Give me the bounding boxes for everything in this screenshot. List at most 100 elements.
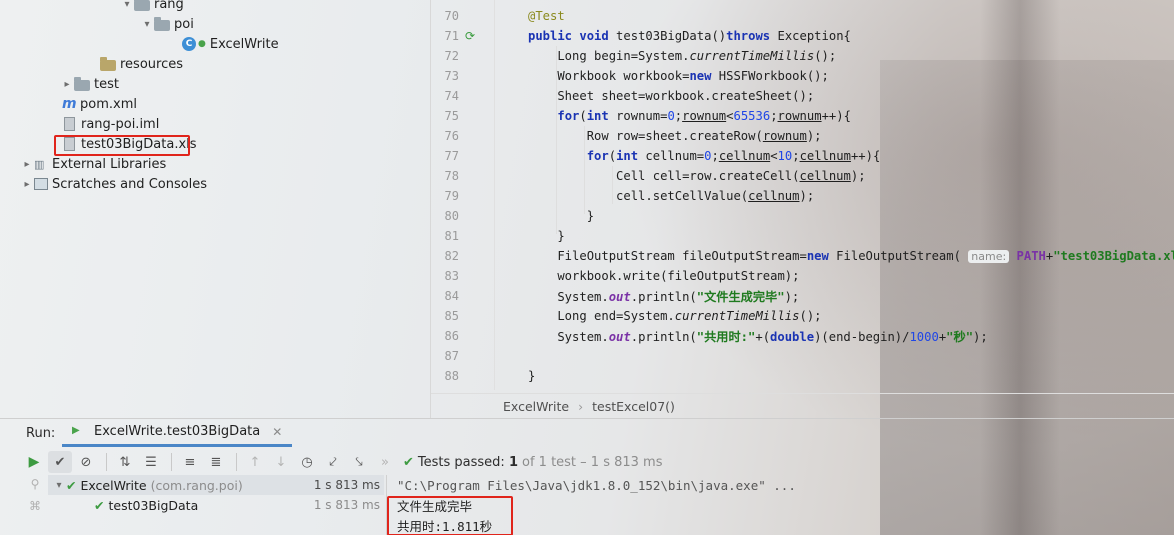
code-text: Long begin=System.currentTimeMillis(); — [528, 49, 837, 63]
parameter-hint: name: — [968, 250, 1010, 263]
code-line: 75 for(int rownum=0;rownum<65536;rownum+… — [444, 109, 851, 123]
close-icon[interactable]: ✕ — [272, 425, 282, 439]
expand-all-icon[interactable]: ≡ — [178, 451, 202, 473]
tree-item-rang[interactable]: ▾ rang — [120, 0, 184, 14]
show-passed-icon[interactable]: ✔ — [48, 451, 72, 473]
check-icon: ✔ — [403, 454, 414, 470]
code-line: 78 Cell cell=row.createCell(cellnum); — [444, 169, 866, 183]
code-text: workbook.write(fileOutputStream); — [528, 269, 800, 283]
history-icon[interactable]: ◷ — [295, 451, 319, 473]
run-side-toolbar: ⚲ ⌘ — [24, 477, 46, 521]
run-header: Run: ▶ ExcelWrite.test03BigData ✕ — [0, 419, 1174, 447]
code-line: 83 workbook.write(fileOutputStream); — [444, 269, 800, 283]
collapse-all-icon[interactable]: ≣ — [204, 451, 228, 473]
chevron-right-icon[interactable]: ▸ — [60, 79, 74, 90]
code-text: public void test03BigData()throws Except… — [528, 29, 851, 43]
tree-item-iml[interactable]: rang-poi.iml — [64, 114, 159, 134]
export-icon[interactable]: ⤦ — [321, 451, 345, 473]
run-panel: Run: ▶ ExcelWrite.test03BigData ✕ ▶ ✔ ⊘ … — [0, 418, 1174, 535]
test-status: ✔ Tests passed: 1 of 1 test – 1 s 813 ms — [403, 454, 663, 470]
rerun-icon[interactable]: ▶ — [22, 451, 46, 473]
folder-icon — [154, 16, 170, 31]
libraries-icon: ▥ — [34, 157, 45, 171]
chevron-right-icon: › — [578, 399, 584, 414]
chevron-down-icon[interactable]: ▾ — [140, 19, 154, 30]
code-text: Row row=sheet.createRow(rownum); — [528, 129, 822, 143]
code-text: Cell cell=row.createCell(cellnum); — [528, 169, 866, 183]
code-line: 82 FileOutputStream fileOutputStream=new… — [431, 246, 1174, 266]
code-text: Sheet sheet=workbook.createSheet(); — [528, 89, 815, 103]
code-line: 76 Row row=sheet.createRow(rownum); — [444, 129, 822, 143]
code-editor[interactable]: 70 @Test 71 ⟳ public void test03BigData(… — [430, 0, 1174, 418]
code-line: 79 cell.setCellValue(cellnum); — [444, 189, 815, 203]
code-text: System.out.println("共用时:"+(double)(end-b… — [528, 330, 988, 344]
code-line: 81 } — [444, 229, 565, 243]
tree-item-external-libraries[interactable]: ▸ ▥ External Libraries — [20, 154, 166, 174]
maven-icon: m — [62, 96, 77, 112]
test-suite-row[interactable]: ▾ ✔ ExcelWrite (com.rang.poi) 1 s 813 ms — [48, 475, 384, 495]
folder-icon — [134, 0, 150, 11]
code-line: 84 System.out.println("文件生成完毕"); — [444, 289, 800, 304]
more-icon[interactable]: » — [373, 451, 397, 473]
sort-duration-icon[interactable]: ☰ — [139, 451, 163, 473]
toolbar-divider — [236, 453, 237, 471]
run-toolbar: ▶ ✔ ⊘ ⇅ ☰ ≡ ≣ ↑ ↓ ◷ ⤦ ⤥ » ✔ Tests passed… — [0, 449, 1174, 475]
module-file-icon — [64, 117, 75, 131]
console-line: "C:\Program Files\Java\jdk1.8.0_152\bin\… — [397, 477, 796, 493]
next-icon[interactable]: ↓ — [269, 451, 293, 473]
console-output[interactable]: "C:\Program Files\Java\jdk1.8.0_152\bin\… — [386, 475, 1174, 535]
camera-icon[interactable]: ⌘ — [24, 499, 46, 521]
code-line: 71 ⟳ public void test03BigData()throws E… — [444, 29, 851, 43]
code-text: for(int rownum=0;rownum<65536;rownum++){ — [557, 109, 851, 123]
chevron-right-icon[interactable]: ▸ — [20, 159, 34, 170]
code-text: @Test — [528, 9, 565, 23]
test-case-row[interactable]: ✔ test03BigData 1 s 813 ms — [48, 495, 384, 515]
toolbar-divider — [171, 453, 172, 471]
tree-item-test[interactable]: ▸ test — [60, 74, 119, 94]
project-tree: ▾ rang ▾ poi C ● ExcelWrite resources ▸ … — [0, 0, 430, 418]
run-label: Run: — [26, 425, 56, 441]
test-run-icon: ▶ — [72, 424, 80, 436]
chevron-down-icon[interactable]: ▾ — [52, 480, 66, 491]
sort-alpha-icon[interactable]: ⇅ — [113, 451, 137, 473]
chevron-down-icon[interactable]: ▾ — [120, 0, 134, 10]
java-class-icon: C — [182, 37, 196, 51]
run-test-icon[interactable]: ⟳ — [465, 29, 479, 43]
import-icon[interactable]: ⤥ — [347, 451, 371, 473]
show-ignored-icon[interactable]: ⊘ — [74, 451, 98, 473]
code-line: 86 System.out.println("共用时:"+(double)(en… — [444, 329, 988, 344]
run-tab[interactable]: ▶ ExcelWrite.test03BigData ✕ — [62, 419, 293, 447]
scratches-icon — [34, 178, 48, 190]
code-line: 70 @Test — [444, 9, 565, 23]
code-text: Workbook workbook=new HSSFWorkbook(); — [528, 69, 829, 83]
highlight-box — [387, 496, 513, 535]
tree-item-pom[interactable]: m pom.xml — [62, 94, 137, 114]
run-tab-label: ExcelWrite.test03BigData — [94, 424, 261, 439]
code-text: for(int cellnum=0;cellnum<10;cellnum++){ — [586, 149, 881, 163]
code-text: System.out.println("文件生成完毕"); — [528, 290, 800, 304]
breadcrumb-item-method[interactable]: testExcel07() — [592, 399, 675, 414]
code-text: cell.setCellValue(cellnum); — [528, 189, 815, 203]
tree-item-resources[interactable]: resources — [100, 54, 183, 74]
code-text: } — [528, 209, 595, 223]
test-results-tree: ▾ ✔ ExcelWrite (com.rang.poi) 1 s 813 ms… — [48, 475, 384, 535]
previous-icon[interactable]: ↑ — [243, 451, 267, 473]
chevron-right-icon[interactable]: ▸ — [20, 179, 34, 190]
code-line: 88 } — [444, 369, 536, 383]
folder-icon — [74, 76, 90, 91]
code-line: 73 Workbook workbook=new HSSFWorkbook(); — [444, 69, 829, 83]
code-line: 77 for(int cellnum=0;cellnum<10;cellnum+… — [444, 149, 881, 163]
pin-icon[interactable]: ⚲ — [24, 477, 46, 499]
code-line: 85 Long end=System.currentTimeMillis(); — [444, 309, 822, 323]
resources-folder-icon — [100, 56, 116, 71]
code-line: 87 — [444, 349, 459, 363]
tree-item-scratches[interactable]: ▸ Scratches and Consoles — [20, 174, 207, 194]
breadcrumb-item-class[interactable]: ExcelWrite — [503, 399, 569, 414]
breadcrumb: ExcelWrite › testExcel07() — [431, 393, 1174, 419]
tree-item-poi[interactable]: ▾ poi — [140, 14, 194, 34]
test-leaf-icon: ● — [198, 39, 206, 49]
code-text: FileOutputStream fileOutputStream=new Fi… — [528, 249, 1174, 263]
toolbar-divider — [106, 453, 107, 471]
highlight-box — [54, 135, 190, 156]
tree-item-excelwrite[interactable]: C ● ExcelWrite — [182, 34, 279, 54]
